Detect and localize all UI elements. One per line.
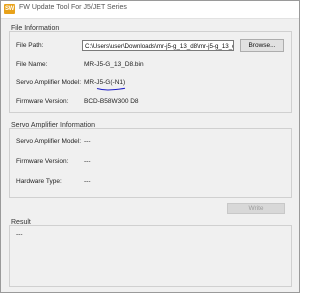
app-icon: SW (4, 4, 15, 14)
app-window: SW FW Update Tool For J5/JET Series File… (0, 0, 300, 293)
servo-info-firmware-value: --- (84, 158, 91, 165)
servo-model-label: Servo Amplifier Model: (16, 79, 82, 86)
servo-info-model-label: Servo Amplifier Model: (16, 138, 82, 145)
write-button[interactable]: Write (227, 203, 285, 214)
file-path-field[interactable]: C:\Users\user\Downloads\mr-j5-g_13_d8\mr… (82, 40, 234, 51)
firmware-version-label: Firmware Version: (16, 98, 69, 105)
hardware-type-value: --- (84, 178, 91, 185)
hardware-type-label: Hardware Type: (16, 178, 62, 185)
firmware-version-value: BCD-B58W300 D8 (84, 98, 139, 105)
window-title: FW Update Tool For J5/JET Series (19, 4, 127, 11)
file-name-label: File Name: (16, 61, 48, 68)
servo-model-value: MR-J5-G(-N1) (84, 79, 126, 86)
servo-info-model-value: --- (84, 138, 91, 145)
file-path-label: File Path: (16, 42, 44, 49)
browse-button[interactable]: Browse... (240, 39, 284, 52)
annotation-underline (96, 87, 126, 91)
result-value: --- (16, 231, 23, 238)
result-group (9, 225, 292, 287)
file-name-value: MR-J5-G_13_D8.bin (84, 61, 144, 68)
servo-info-firmware-label: Firmware Version: (16, 158, 69, 165)
title-bar[interactable]: SW FW Update Tool For J5/JET Series (1, 1, 299, 19)
